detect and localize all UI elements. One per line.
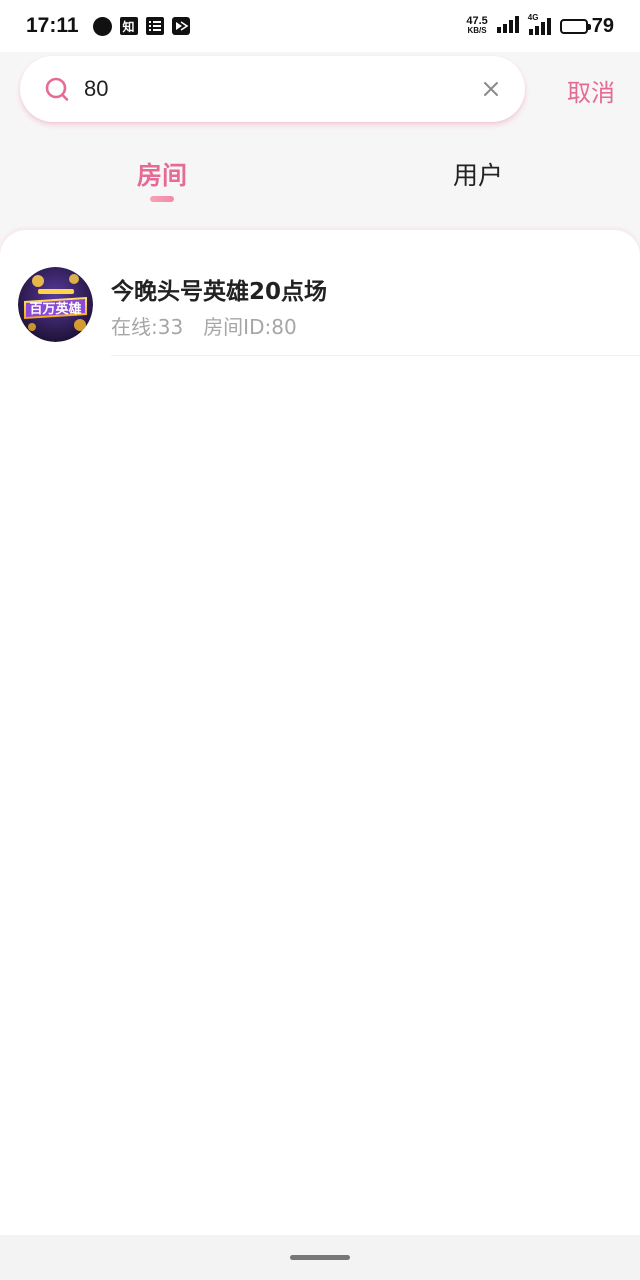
- tab-users[interactable]: 用户: [426, 154, 530, 198]
- tab-rooms[interactable]: 房间: [110, 154, 214, 198]
- network-speed-unit: KB/S: [467, 26, 487, 35]
- network-speed: 47.5 KB/S: [466, 15, 488, 36]
- cancel-button[interactable]: 取消: [560, 76, 622, 110]
- system-nav-bar: [0, 1235, 640, 1280]
- wifi-signal-icon: [496, 15, 520, 37]
- room-avatar: 百万英雄: [18, 267, 93, 342]
- status-bar: 17:11 知 47.5 KB/S 4G 79: [0, 0, 640, 52]
- battery: 79: [559, 14, 614, 38]
- cellular-4g-label: 4G: [527, 13, 539, 22]
- room-meta: 在线:33 房间ID:80: [111, 311, 297, 340]
- search-box[interactable]: [20, 56, 525, 122]
- network-speed-value: 47.5: [466, 15, 488, 27]
- avatar-logo-text: 百万英雄: [29, 301, 81, 317]
- clear-icon[interactable]: [481, 79, 501, 99]
- room-id: 房间ID:80: [203, 315, 297, 339]
- cast-icon: [171, 17, 190, 35]
- results-panel: 百万英雄 今晚头号英雄20点场 在线:33 房间ID:80: [0, 230, 640, 1235]
- cellular-signal-icon: 4G: [528, 13, 552, 35]
- search-input[interactable]: [84, 76, 481, 102]
- search-icon: [44, 76, 70, 102]
- room-divider: [111, 355, 640, 356]
- room-list-item[interactable]: 百万英雄 今晚头号英雄20点场 在线:33 房间ID:80: [0, 230, 640, 356]
- chat-bubble-icon: [92, 16, 112, 36]
- home-indicator[interactable]: [290, 1255, 350, 1260]
- status-right: 47.5 KB/S 4G 79: [466, 13, 614, 38]
- battery-level: 79: [591, 14, 614, 37]
- status-left: 17:11 知: [26, 14, 190, 38]
- list-icon: [145, 17, 164, 35]
- room-online-count: 在线:33: [111, 315, 184, 339]
- tab-active-indicator: [150, 196, 174, 202]
- battery-icon: [559, 18, 591, 34]
- status-time: 17:11: [26, 14, 79, 37]
- room-title: 今晚头号英雄20点场: [111, 279, 328, 305]
- zhihu-icon: 知: [119, 17, 138, 35]
